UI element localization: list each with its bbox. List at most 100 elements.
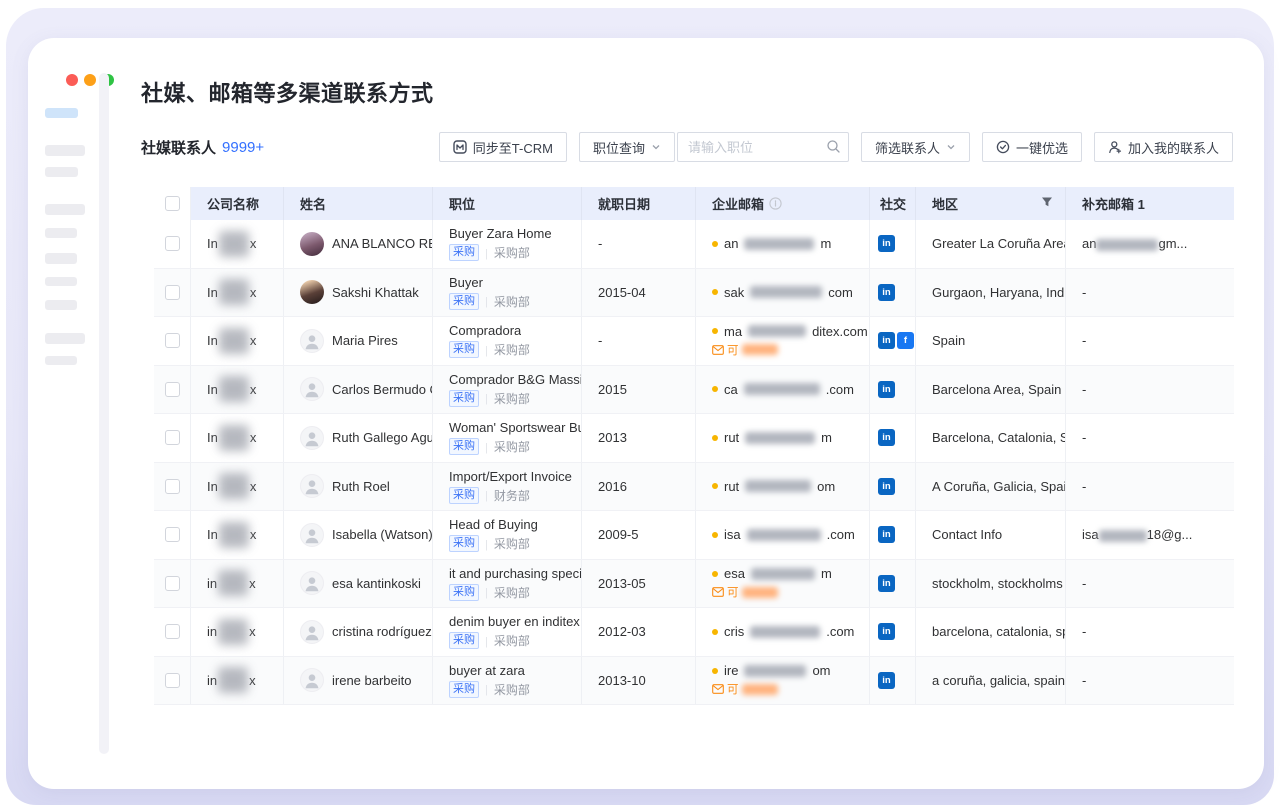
- linkedin-icon[interactable]: in: [878, 575, 895, 592]
- avatar: [300, 426, 324, 450]
- job-title: Import/Export Invoice: [449, 469, 572, 484]
- filter-funnel-icon[interactable]: [1041, 196, 1053, 211]
- table-body: In x ANA BLANCO REY Buyer Zara Home 采购 采…: [154, 220, 1234, 705]
- linkedin-icon[interactable]: in: [878, 623, 895, 640]
- email-cell: esam 可: [696, 560, 870, 608]
- region: Contact Info: [916, 511, 1066, 559]
- search-icon[interactable]: [826, 139, 841, 159]
- name-cell: Sakshi Khattak: [284, 269, 433, 317]
- name-cell: esa kantinkoski: [284, 560, 433, 608]
- email-prefix: cris: [724, 624, 744, 639]
- procurement-tag: 采购: [449, 293, 479, 310]
- company-name-prefix: In: [207, 382, 218, 397]
- sidebar-item-placeholder[interactable]: [45, 204, 85, 215]
- sidebar-item-placeholder[interactable]: [45, 228, 77, 238]
- divider: [485, 585, 488, 599]
- procurement-tag: 采购: [449, 244, 479, 261]
- position-type-label: 职位查询: [593, 138, 645, 157]
- divider: [485, 391, 488, 405]
- position-cell: it and purchasing speci... 采购 采购部: [433, 560, 582, 608]
- linkedin-icon[interactable]: in: [878, 526, 895, 543]
- table-row: In x Ruth Gallego Agulló Woman' Sportswe…: [154, 414, 1234, 463]
- page-title: 社媒、邮箱等多渠道联系方式: [141, 76, 434, 108]
- extra-dash: -: [1082, 333, 1086, 348]
- linkedin-icon[interactable]: in: [878, 284, 895, 301]
- deliverable-badge: 可: [712, 342, 778, 358]
- contact-name: Sakshi Khattak: [332, 285, 419, 300]
- start-date: 2013-10: [582, 657, 696, 705]
- job-title: Woman' Sportswear Bu...: [449, 420, 582, 435]
- sidebar-item-placeholder[interactable]: [45, 356, 77, 365]
- name-cell: Isabella (Watson) L...: [284, 511, 433, 559]
- email-prefix: ma: [724, 324, 742, 339]
- info-icon[interactable]: [769, 197, 782, 210]
- start-date: 2013-05: [582, 560, 696, 608]
- sidebar-item-active[interactable]: [45, 108, 78, 118]
- position-search-input[interactable]: [677, 132, 849, 162]
- sidebar-item-placeholder[interactable]: [45, 145, 85, 156]
- avatar: [300, 571, 324, 595]
- company-cell: In x: [191, 414, 284, 462]
- column-header-social: 社交: [870, 187, 916, 220]
- position-cell: Woman' Sportswear Bu... 采购 采购部: [433, 414, 582, 462]
- linkedin-icon[interactable]: in: [878, 332, 895, 349]
- social-icons: in: [870, 366, 916, 414]
- region: Gurgaon, Haryana, India: [916, 269, 1066, 317]
- company-name-suffix: x: [250, 236, 257, 251]
- desktop-background: 社媒、邮箱等多渠道联系方式 社媒联系人 9999+ 同步至T-CRM 职位查询: [6, 8, 1274, 805]
- company-name-prefix: In: [207, 479, 218, 494]
- company-email-label: 企业邮箱: [712, 194, 764, 213]
- one-click-optimize-button[interactable]: 一键优选: [982, 132, 1082, 162]
- row-checkbox[interactable]: [165, 430, 180, 445]
- extra-dash: -: [1082, 479, 1086, 494]
- extra-suffix: 18@g...: [1147, 527, 1193, 542]
- window-control-dot[interactable]: [66, 74, 78, 86]
- sidebar-item-placeholder[interactable]: [45, 300, 77, 310]
- facebook-icon[interactable]: f: [897, 332, 914, 349]
- email-status-dot: [712, 571, 718, 577]
- row-checkbox[interactable]: [165, 624, 180, 639]
- column-header-position: 职位: [433, 187, 582, 220]
- linkedin-icon[interactable]: in: [878, 478, 895, 495]
- sidebar-item-placeholder[interactable]: [45, 253, 77, 264]
- sidebar-item-placeholder[interactable]: [45, 167, 78, 177]
- email-status-dot: [712, 328, 718, 334]
- row-checkbox[interactable]: [165, 576, 180, 591]
- window-control-dot[interactable]: [84, 74, 96, 86]
- row-checkbox[interactable]: [165, 236, 180, 251]
- extra-email-cell: angm...: [1066, 220, 1234, 268]
- region: stockholm, stockholms ...: [916, 560, 1066, 608]
- email-suffix: m: [821, 430, 832, 445]
- row-checkbox[interactable]: [165, 333, 180, 348]
- linkedin-icon[interactable]: in: [878, 381, 895, 398]
- select-all-checkbox[interactable]: [165, 196, 180, 211]
- add-to-my-contacts-button[interactable]: 加入我的联系人: [1094, 132, 1233, 162]
- region: Greater La Coruña Area: [916, 220, 1066, 268]
- job-title: Compradora: [449, 323, 521, 338]
- divider: [485, 488, 488, 502]
- sidebar-item-placeholder[interactable]: [45, 277, 77, 286]
- filter-contacts-dropdown[interactable]: 筛选联系人: [861, 132, 970, 162]
- region: Barcelona, Catalonia, S...: [916, 414, 1066, 462]
- region: a coruña, galicia, spain: [916, 657, 1066, 705]
- linkedin-icon[interactable]: in: [878, 429, 895, 446]
- sync-to-crm-button[interactable]: 同步至T-CRM: [439, 132, 567, 162]
- row-checkbox[interactable]: [165, 382, 180, 397]
- linkedin-icon[interactable]: in: [878, 235, 895, 252]
- divider: [485, 343, 488, 357]
- row-checkbox[interactable]: [165, 479, 180, 494]
- one-click-optimize-label: 一键优选: [1016, 138, 1068, 157]
- position-type-dropdown[interactable]: 职位查询: [579, 132, 675, 162]
- row-checkbox[interactable]: [165, 673, 180, 688]
- procurement-tag: 采购: [449, 390, 479, 407]
- linkedin-icon[interactable]: in: [878, 672, 895, 689]
- row-checkbox[interactable]: [165, 285, 180, 300]
- company-name-prefix: In: [207, 236, 218, 251]
- procurement-tag: 采购: [449, 438, 479, 455]
- column-header-company: 公司名称: [191, 187, 284, 220]
- column-header-extra-email: 补充邮箱 1: [1066, 187, 1234, 220]
- company-name-suffix: x: [249, 624, 256, 639]
- sidebar-item-placeholder[interactable]: [45, 333, 85, 344]
- extra-dash: -: [1082, 285, 1086, 300]
- row-checkbox[interactable]: [165, 527, 180, 542]
